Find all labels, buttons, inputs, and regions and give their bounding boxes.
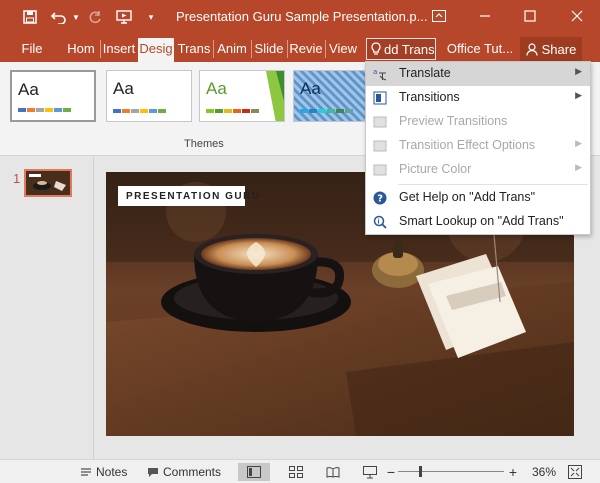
tell-me-text: dd Trans [384,41,435,57]
theme-office[interactable]: Aa [10,70,96,122]
submenu-arrow-icon: ▶ [575,66,582,76]
zoom-in-button[interactable]: + [508,463,518,481]
menu-item-preview-transitions[interactable]: Preview Transitions [366,110,590,134]
smart-lookup-icon: i [373,215,387,229]
ribbon-display-options-icon[interactable] [424,3,454,29]
comments-label: Comments [163,465,222,479]
slide-thumbnail[interactable] [24,169,72,197]
menu-item-transition-effect-options[interactable]: Transition Effect Options ▶ [366,134,590,158]
menu-item-transitions[interactable]: Transitions ▶ [366,86,590,110]
share-label: Share [541,41,577,57]
slideshow-view-icon [363,465,377,478]
theme-preview-text: Aa [206,79,227,98]
transitions-icon [373,91,387,105]
effect-options-icon [373,139,387,153]
fit-to-window-button[interactable] [566,463,584,481]
reading-view-button[interactable] [323,463,343,481]
share-button[interactable]: Share [520,37,582,61]
theme-color-bars [18,108,71,112]
minimize-icon[interactable] [470,3,500,29]
menu-item-label: Transition Effect Options [399,138,536,152]
theme-preview-text: Aa [113,79,134,98]
menu-item-get-help[interactable]: ? Get Help on "Add Trans" [366,186,590,210]
undo-icon[interactable] [48,6,70,28]
slide-sorter-button[interactable] [286,463,306,481]
menu-item-label: Picture Color [399,162,472,176]
menu-item-label: Get Help on "Add Trans" [399,190,536,204]
submenu-arrow-icon: ▶ [575,90,582,100]
logo-text: PRESENTATION GURU [126,190,261,202]
title-bar: ▼ ▾ Presentation Guru Sample Presentatio… [0,0,600,34]
maximize-icon[interactable] [515,3,545,29]
tab-animations[interactable]: Anim [214,38,250,62]
menu-item-smart-lookup[interactable]: i Smart Lookup on "Add Trans" [366,210,590,234]
tab-design[interactable]: Desig [138,38,174,62]
tab-separator [100,40,101,58]
help-icon: ? [373,191,387,205]
lightbulb-icon [371,42,381,55]
zoom-out-button[interactable]: − [386,463,396,481]
comment-icon [148,467,158,477]
theme-facet[interactable]: Aa [199,70,285,122]
tell-me-input[interactable]: dd Trans [366,38,436,60]
ribbon-tabs: File Hom Insert Desig Trans Anim Slide R… [0,34,600,62]
svg-text:a: a [373,68,377,76]
slide-thumbnail-pane: 1 [0,157,94,459]
tab-insert[interactable]: Insert [102,38,136,62]
notes-icon [81,468,91,476]
svg-text:i: i [378,219,380,226]
tab-review[interactable]: Revie [288,38,324,62]
start-slideshow-icon[interactable] [112,6,136,28]
fit-to-window-icon [568,465,582,479]
comments-button[interactable]: Comments [147,463,221,481]
theme-office-2[interactable]: Aa [106,70,192,122]
menu-item-translate[interactable]: a Translate ▶ [366,62,590,86]
status-bar: Notes Comments − + 36% [0,459,600,483]
submenu-arrow-icon: ▶ [575,138,582,148]
theme-color-bars [206,109,259,113]
person-icon [526,42,538,56]
menu-item-label: Translate [399,66,451,80]
tab-view[interactable]: View [326,38,360,62]
zoom-slider-track[interactable] [398,471,504,472]
undo-dropdown-icon[interactable]: ▼ [70,6,82,28]
tab-office-tutorials[interactable]: Office Tut... [446,38,514,62]
theme-preview-text: Aa [300,79,321,98]
slide-sorter-icon [289,466,303,478]
menu-item-label: Preview Transitions [399,114,508,128]
menu-item-label: Smart Lookup on "Add Trans" [399,214,564,228]
normal-view-icon [247,466,261,478]
slideshow-view-button[interactable] [360,463,380,481]
translate-icon: a [373,67,387,81]
redo-icon[interactable] [84,6,106,28]
zoom-slider-handle[interactable] [419,466,422,477]
tab-file[interactable]: File [14,38,50,62]
notes-button[interactable]: Notes [80,463,127,481]
submenu-arrow-icon: ▶ [575,162,582,172]
context-menu: a Translate ▶ Transitions ▶ Preview Tran… [365,61,591,235]
themes-group-label: Themes [184,138,224,150]
menu-item-picture-color[interactable]: Picture Color ▶ [366,158,590,182]
save-icon[interactable] [18,6,42,28]
window-title: Presentation Guru Sample Presentation.p.… [176,9,428,24]
tab-transitions[interactable]: Trans [176,38,212,62]
theme-color-bars [300,109,353,113]
svg-text:?: ? [377,194,383,205]
presentation-guru-logo: PRESENTATION GURU [118,186,259,206]
theme-color-bars [113,109,166,113]
tab-slide-show[interactable]: Slide [252,38,286,62]
notes-label: Notes [96,465,128,479]
reading-view-icon [326,467,340,478]
close-icon[interactable] [562,3,592,29]
zoom-level[interactable]: 36% [532,463,556,481]
normal-view-button[interactable] [238,463,270,481]
customize-toolbar-icon[interactable]: ▾ [144,6,158,28]
theme-preview-text: Aa [18,80,39,99]
menu-separator [398,184,588,185]
picture-color-icon [373,163,387,177]
menu-item-label: Transitions [399,90,460,104]
tab-home[interactable]: Hom [64,38,98,62]
preview-icon [373,115,387,129]
slide-number: 1 [13,171,21,186]
